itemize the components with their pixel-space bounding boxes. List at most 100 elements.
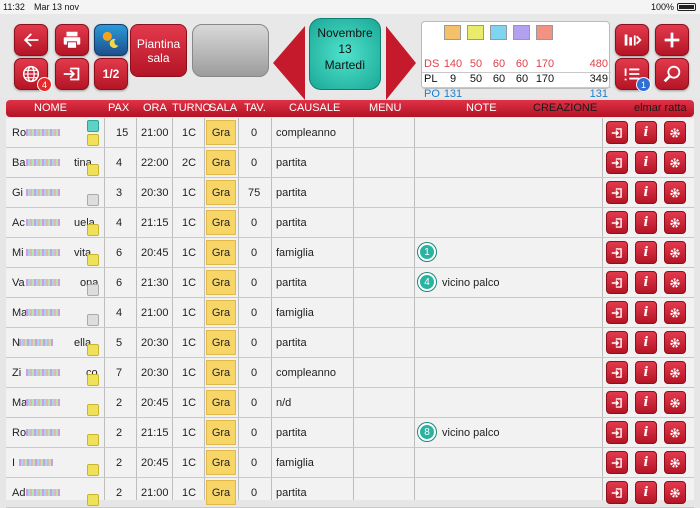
stats-button[interactable] xyxy=(615,24,649,56)
settings-button[interactable] xyxy=(664,271,686,294)
status-checkbox[interactable] xyxy=(87,464,99,476)
settings-button[interactable] xyxy=(664,151,686,174)
info-button[interactable]: i xyxy=(635,451,657,474)
reservations-table: Ro 15 21:00 1C Gra 0 compleanno i Ba tina 4 22:00 2C… xyxy=(6,118,694,508)
date-display[interactable]: Novembre 13 Martedì xyxy=(309,18,381,90)
gear-icon xyxy=(670,127,680,138)
checkin-row-button[interactable] xyxy=(606,301,628,324)
status-checkbox[interactable] xyxy=(87,404,99,416)
redacted-name xyxy=(19,459,53,466)
battery-icon xyxy=(677,3,696,11)
info-button[interactable]: i xyxy=(635,151,657,174)
table-row[interactable]: Ad 2 21:00 1C Gra 0 partita i xyxy=(6,478,694,508)
status-checkbox[interactable] xyxy=(87,164,99,176)
checkin-row-button[interactable] xyxy=(606,391,628,414)
status-checkbox[interactable] xyxy=(87,344,99,356)
status-checkbox[interactable] xyxy=(87,284,99,296)
info-button[interactable]: i xyxy=(635,301,657,324)
pax-value: 15 xyxy=(116,127,129,139)
table-row[interactable]: I 2 20:45 1C Gra 0 famiglia i xyxy=(6,448,694,478)
settings-button[interactable] xyxy=(664,211,686,234)
table-number: 0 xyxy=(251,427,258,439)
note-count-badge: 8 xyxy=(418,423,436,441)
info-button[interactable]: i xyxy=(635,421,657,444)
status-checkbox[interactable] xyxy=(87,494,99,506)
checkin-row-button[interactable] xyxy=(606,361,628,384)
settings-button[interactable] xyxy=(664,481,686,504)
blank-button[interactable] xyxy=(192,24,269,77)
table-row[interactable]: Mi vita 6 20:45 1C Gra 0 famiglia 1 i xyxy=(6,238,694,268)
info-button[interactable]: i xyxy=(635,211,657,234)
settings-button[interactable] xyxy=(664,331,686,354)
status-checkbox[interactable] xyxy=(87,134,99,146)
table-row[interactable]: Va ona 6 21:30 1C Gra 0 partita 4 vicino palco i xyxy=(6,268,694,298)
info-button[interactable]: i xyxy=(635,331,657,354)
status-checkbox[interactable] xyxy=(87,224,99,236)
piantina-sala-button[interactable]: Piantina sala xyxy=(130,24,187,77)
turno-value: 1C xyxy=(182,307,197,319)
checkin-row-button[interactable] xyxy=(606,271,628,294)
table-row[interactable]: Ro 2 21:15 1C Gra 0 partita 8 vicino palco i xyxy=(6,418,694,448)
info-button[interactable]: i xyxy=(635,391,657,414)
search-button[interactable] xyxy=(655,58,689,90)
guest-name: Va xyxy=(12,277,25,289)
info-button[interactable]: i xyxy=(635,241,657,264)
prev-day-button[interactable] xyxy=(273,26,305,100)
color-swatch xyxy=(490,25,507,40)
table-row[interactable]: Gi 3 20:30 1C Gra 75 partita i xyxy=(6,178,694,208)
checkin-row-button[interactable] xyxy=(606,451,628,474)
summary-value: 140 xyxy=(443,58,463,70)
table-row[interactable]: Ac uela 4 21:15 1C Gra 0 partita i xyxy=(6,208,694,238)
next-day-button[interactable] xyxy=(386,26,416,100)
table-row[interactable]: Nella 5 20:30 1C Gra 0 partita i xyxy=(6,328,694,358)
causale-value: partita xyxy=(276,427,307,439)
causale-value: famiglia xyxy=(276,307,314,319)
checkin-row-button[interactable] xyxy=(606,331,628,354)
back-button[interactable] xyxy=(14,24,48,56)
info-button[interactable]: i xyxy=(635,121,657,144)
checkin-row-button[interactable] xyxy=(606,151,628,174)
settings-button[interactable] xyxy=(664,301,686,324)
col-note: NOTE xyxy=(466,102,497,114)
enter-icon xyxy=(611,277,622,288)
checkin-row-button[interactable] xyxy=(606,481,628,504)
status-checkbox[interactable] xyxy=(87,314,99,326)
half-button[interactable]: 1/2 xyxy=(94,58,128,90)
info-button[interactable]: i xyxy=(635,361,657,384)
settings-button[interactable] xyxy=(664,181,686,204)
info-button[interactable]: i xyxy=(635,271,657,294)
table-row[interactable]: Ma 4 21:00 1C Gra 0 famiglia i xyxy=(6,298,694,328)
settings-button[interactable] xyxy=(664,121,686,144)
info-button[interactable]: i xyxy=(635,181,657,204)
sala-value: Gra xyxy=(206,390,236,415)
settings-button[interactable] xyxy=(664,391,686,414)
checkin-row-button[interactable] xyxy=(606,421,628,444)
toolbar: Piantina sala 4 1/2 Novembre 13 Martedì … xyxy=(0,14,700,103)
status-checkbox[interactable] xyxy=(87,254,99,266)
status-checkbox[interactable] xyxy=(87,194,99,206)
day-night-button[interactable] xyxy=(94,24,128,56)
summary-value: 60 xyxy=(492,73,506,85)
checkin-row-button[interactable] xyxy=(606,121,628,144)
add-button[interactable] xyxy=(655,24,689,56)
settings-button[interactable] xyxy=(664,241,686,264)
checkin-row-button[interactable] xyxy=(606,241,628,264)
table-row[interactable]: Ma 2 20:45 1C Gra 0 n/d i xyxy=(6,388,694,418)
checkin-row-button[interactable] xyxy=(606,181,628,204)
table-row[interactable]: Zi co 7 20:30 1C Gra 0 compleanno i xyxy=(6,358,694,388)
sala-value: Gra xyxy=(206,450,236,475)
settings-button[interactable] xyxy=(664,451,686,474)
settings-button[interactable] xyxy=(664,421,686,444)
info-button[interactable]: i xyxy=(635,481,657,504)
time-value: 21:00 xyxy=(141,487,169,499)
status-checkbox[interactable] xyxy=(87,120,99,132)
print-button[interactable] xyxy=(55,24,89,56)
table-row[interactable]: Ba tina 4 22:00 2C Gra 0 partita i xyxy=(6,148,694,178)
settings-button[interactable] xyxy=(664,361,686,384)
checkin-row-button[interactable] xyxy=(606,211,628,234)
table-row[interactable]: Ro 15 21:00 1C Gra 0 compleanno i xyxy=(6,118,694,148)
date-weekday: Martedì xyxy=(324,58,366,72)
checkin-button[interactable] xyxy=(55,58,89,90)
status-checkbox[interactable] xyxy=(87,434,99,446)
status-checkbox[interactable] xyxy=(87,374,99,386)
